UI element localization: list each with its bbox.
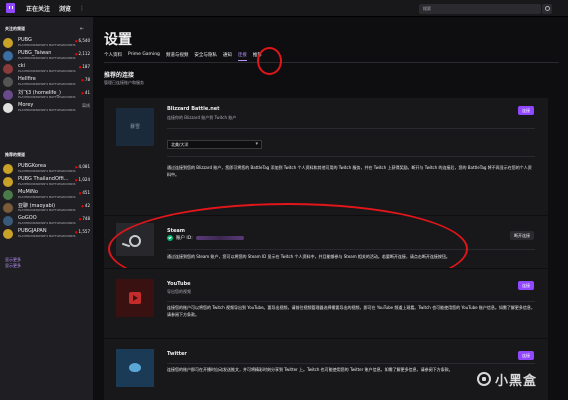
- channel-game: PLAYERUNKNOWN'S BATTLEGROUNDS: [18, 108, 76, 112]
- section-subtitle: 管理已连接账户和服务: [104, 80, 144, 85]
- sidebar-channel-item[interactable]: PUBGJAPANPLAYERUNKNOWN'S BATTLEGROUNDS1,…: [3, 228, 91, 240]
- channel-avatar: [3, 177, 13, 187]
- divider: [167, 363, 535, 364]
- connect-twitter-button[interactable]: 连接: [518, 351, 534, 360]
- channel-game: PLAYERUNKNOWN'S BATTLEGROUNDS: [18, 82, 76, 86]
- sidebar-channel-item[interactable]: PUBGKoreaPLAYERUNKNOWN'S BATTLEGROUNDS4,…: [3, 163, 91, 175]
- annotation-circle-tab: [257, 47, 282, 75]
- channel-avatar: [3, 38, 13, 48]
- divider: [167, 128, 535, 129]
- divider: [167, 156, 535, 157]
- settings-main: 设置 个人资料 Prime Gaming 频道与视频 安全与隐私 通知 连接 推荐 推荐的连…: [93, 17, 568, 400]
- channel-game: PLAYERUNKNOWN'S BATTLEGROUNDS: [18, 208, 76, 212]
- followed-channels-heading: 关注的频道: [5, 26, 25, 31]
- sidebar-channel-item[interactable]: HellfirePLAYERUNKNOWN'S BATTLEGROUNDS78: [3, 76, 91, 88]
- battlenet-title: Blizzard Battle.net: [167, 106, 220, 112]
- channel-game: PLAYERUNKNOWN'S BATTLEGROUNDS: [18, 234, 76, 238]
- tabs-divider: [104, 62, 559, 63]
- viewer-count: 离线: [82, 103, 90, 108]
- sidebar-channel-item[interactable]: GoGOOPLAYERUNKNOWN'S BATTLEGROUNDS748: [3, 215, 91, 227]
- disconnect-steam-button[interactable]: 断开连接: [510, 231, 534, 240]
- sidebar-channel-item[interactable]: PUBG ThailandOffi... PLAYERUNKNOWN'S BATT…: [3, 176, 91, 188]
- heybox-logo-icon: [477, 372, 491, 386]
- section-title: 推荐的连接: [104, 72, 135, 79]
- nav-following[interactable]: 正在关注: [26, 4, 50, 13]
- channel-avatar: [3, 164, 13, 174]
- viewer-count: 2,112: [75, 51, 90, 56]
- channel-avatar: [3, 190, 13, 200]
- sidebar-channel-item[interactable]: ckiPLAYERUNKNOWN'S BATTLEGROUNDS187: [3, 63, 91, 75]
- settings-tab[interactable]: Prime Gaming: [128, 52, 160, 61]
- youtube-logo-icon: [116, 279, 154, 317]
- region-select[interactable]: 北美/大洋: [167, 140, 262, 149]
- channel-game: PLAYERUNKNOWN'S BATTLEGROUNDS: [18, 69, 76, 73]
- channel-avatar: [3, 216, 13, 226]
- connect-youtube-button[interactable]: 连接: [518, 281, 534, 290]
- channel-avatar: [3, 90, 13, 100]
- search-icon[interactable]: [542, 4, 552, 14]
- viewer-count: 41: [81, 90, 90, 95]
- channel-avatar: [3, 103, 13, 113]
- sidebar-channel-item[interactable]: Morey PLAYERUNKNOWN'S BATTLEGROUNDS 离线: [3, 102, 91, 114]
- settings-tab[interactable]: 个人资料: [104, 52, 122, 61]
- viewer-count: 6,540: [75, 38, 90, 43]
- battlenet-body: 通过连接到您的 Blizzard 账户，您即可将您的 BattleTag 添加到…: [167, 165, 532, 177]
- connect-battlenet-button[interactable]: 连接: [518, 106, 534, 115]
- search-input[interactable]: 搜索: [419, 4, 541, 14]
- show-more-recommended[interactable]: 显示更多: [5, 263, 21, 269]
- youtube-body: 连接您的账户可以将您的 Twitch 视频导出到 YouTube。要导出视频，请…: [167, 305, 535, 317]
- connection-card-battlenet: 暴雪 Blizzard Battle.net 连接你的 Blizzard 账户到…: [104, 97, 548, 215]
- watermark-text: 小黑盒: [495, 373, 538, 389]
- viewer-count: 451: [79, 190, 90, 195]
- collapse-sidebar-icon[interactable]: ⇤: [80, 26, 84, 32]
- nav-browse[interactable]: 浏览: [59, 4, 71, 13]
- settings-tab[interactable]: 连接: [237, 52, 247, 61]
- sidebar-channel-item[interactable]: MuMiNoPLAYERUNKNOWN'S BATTLEGROUNDS451: [3, 189, 91, 201]
- settings-tab[interactable]: 安全与隐私: [194, 52, 217, 61]
- settings-tab[interactable]: 通知: [223, 52, 232, 61]
- viewer-count: 42: [81, 203, 90, 208]
- viewer-count: 1,024: [75, 177, 90, 182]
- battlenet-logo-icon: 暴雪: [116, 108, 154, 146]
- twitter-logo-icon: [116, 349, 154, 387]
- channel-game: PLAYERUNKNOWN'S BATTLEGROUNDS: [18, 182, 76, 186]
- twitch-logo-icon[interactable]: [5, 2, 17, 14]
- settings-tabs: 个人资料 Prime Gaming 频道与视频 安全与隐私 通知 连接 推荐: [104, 52, 268, 61]
- viewer-count: 78: [81, 77, 90, 82]
- channel-game: PLAYERUNKNOWN'S BATTLEGROUNDS: [18, 56, 76, 60]
- sidebar-channel-item[interactable]: PUBGPLAYERUNKNOWN'S BATTLEGROUNDS6,540: [3, 37, 91, 49]
- channel-avatar: [3, 229, 13, 239]
- channel-game: PLAYERUNKNOWN'S BATTLEGROUNDS: [18, 169, 76, 173]
- viewer-count: 187: [79, 64, 90, 69]
- divider: [167, 301, 535, 302]
- twitter-title: Twitter: [167, 351, 187, 357]
- channel-avatar: [3, 77, 13, 87]
- battlenet-desc: 连接你的 Blizzard 账户到 Twitch 账户: [167, 115, 237, 120]
- top-nav-bar: 正在关注 浏览 ⋮ 搜索: [0, 0, 568, 17]
- channel-avatar: [3, 64, 13, 74]
- channel-game: PLAYERUNKNOWN'S BATTLEGROUNDS: [18, 195, 76, 199]
- viewer-count: 748: [79, 216, 90, 221]
- channel-avatar: [3, 203, 13, 213]
- channel-game: PLAYERUNKNOWN'S BATTLEGROUNDS: [18, 95, 76, 99]
- sidebar-channel-item[interactable]: 亚聊 (maoyabi) PLAYERUNKNOWN'S BATTLEGROUND…: [3, 202, 91, 214]
- youtube-desc: 导出您的视频: [167, 289, 191, 294]
- youtube-title: YouTube: [167, 281, 191, 287]
- watermark: 小黑盒: [477, 368, 563, 390]
- sidebar: 关注的频道 ⇤ PUBG PLAYERUNKNOWN'S BATTLEGROUND…: [0, 17, 93, 400]
- sidebar-channel-item[interactable]: 刘飞3 (homelife_) PLAYERUNKNOWN'S BATTLEGRO…: [3, 89, 91, 101]
- sidebar-channel-item[interactable]: PUBG_Taiwan PLAYERUNKNOWN'S BATTLEGROUNDS…: [3, 50, 91, 62]
- page-title: 设置: [104, 32, 132, 48]
- channel-game: PLAYERUNKNOWN'S BATTLEGROUNDS: [18, 221, 76, 225]
- viewer-count: 1,557: [75, 229, 90, 234]
- settings-tab[interactable]: 频道与视频: [166, 52, 189, 61]
- recommended-channels-heading: 推荐的频道: [5, 152, 25, 157]
- viewer-count: 4,081: [75, 164, 90, 169]
- channel-avatar: [3, 51, 13, 61]
- channel-game: PLAYERUNKNOWN'S BATTLEGROUNDS: [18, 43, 76, 47]
- more-icon[interactable]: ⋮: [79, 5, 85, 12]
